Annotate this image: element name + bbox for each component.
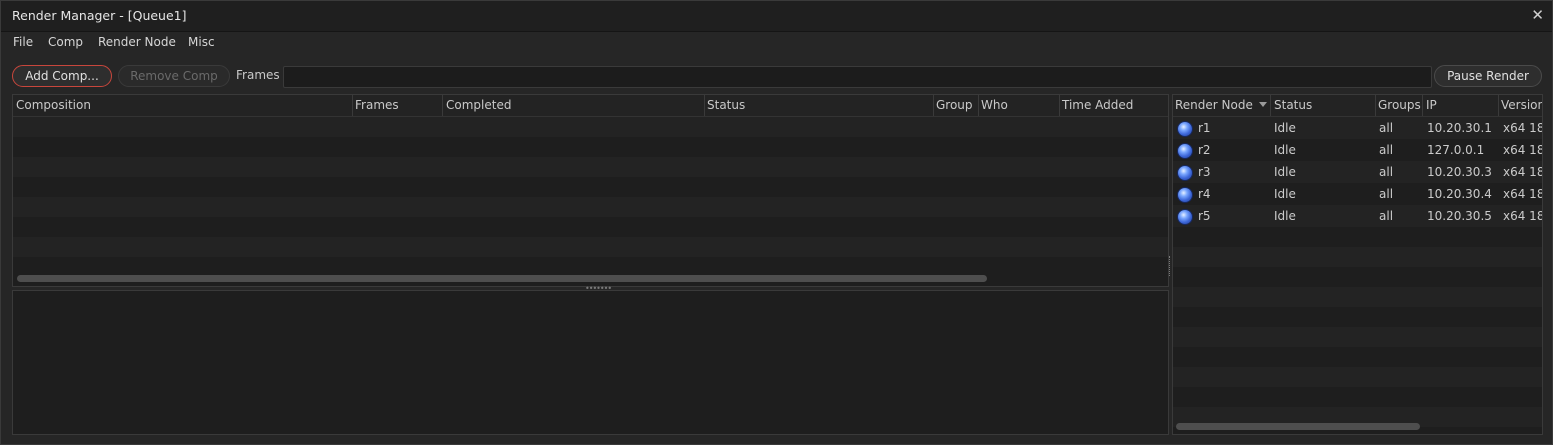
empty-row — [1173, 387, 1542, 407]
node-name: r1 — [1198, 121, 1211, 135]
remove-comp-button[interactable]: Remove Comp — [118, 65, 230, 87]
render-node-row[interactable]: r4 Idle all 10.20.30.4 x64 18 — [1173, 183, 1542, 205]
table-row — [13, 217, 1168, 237]
node-groups: all — [1379, 121, 1394, 135]
node-groups: all — [1379, 165, 1394, 179]
node-ip: 10.20.30.5 — [1427, 209, 1492, 223]
node-version: x64 18 — [1503, 187, 1543, 201]
node-version: x64 18 — [1503, 143, 1543, 157]
render-node-status-icon — [1177, 187, 1193, 203]
node-ip: 127.0.0.1 — [1427, 143, 1485, 157]
col-composition[interactable]: Composition — [16, 98, 91, 112]
node-ip: 10.20.30.3 — [1427, 165, 1492, 179]
render-node-status-icon — [1177, 209, 1193, 225]
frames-label: Frames — [236, 68, 280, 82]
node-version: x64 18 — [1503, 121, 1543, 135]
empty-row — [1173, 247, 1542, 267]
node-status: Idle — [1274, 143, 1296, 157]
col-node-status[interactable]: Status — [1274, 98, 1312, 112]
render-node-row[interactable]: r3 Idle all 10.20.30.3 x64 18 — [1173, 161, 1542, 183]
empty-row — [1173, 267, 1542, 287]
render-manager-window: Render Manager - [Queue1] ✕ File Comp Re… — [0, 0, 1553, 445]
node-status: Idle — [1274, 187, 1296, 201]
col-completed[interactable]: Completed — [446, 98, 511, 112]
table-row — [13, 177, 1168, 197]
col-group[interactable]: Group — [936, 98, 973, 112]
node-name: r4 — [1198, 187, 1211, 201]
render-node-table-header: Render Node Status Groups IP Version — [1173, 95, 1542, 117]
column-divider[interactable] — [704, 95, 705, 116]
node-groups: all — [1379, 209, 1394, 223]
log-panel — [12, 290, 1169, 435]
add-comp-button[interactable]: Add Comp... — [12, 65, 112, 87]
node-status: Idle — [1274, 165, 1296, 179]
col-frames[interactable]: Frames — [355, 98, 399, 112]
col-groups[interactable]: Groups — [1378, 98, 1421, 112]
render-node-row[interactable]: r5 Idle all 10.20.30.5 x64 18 — [1173, 205, 1542, 227]
render-node-status-icon — [1177, 143, 1193, 159]
col-render-node[interactable]: Render Node — [1175, 98, 1253, 112]
horizontal-scrollbar[interactable] — [1176, 423, 1420, 430]
node-ip: 10.20.30.1 — [1427, 121, 1492, 135]
col-version[interactable]: Version — [1501, 98, 1542, 112]
col-time-added[interactable]: Time Added — [1062, 98, 1133, 112]
empty-row — [1173, 347, 1542, 367]
menu-misc[interactable]: Misc — [188, 35, 215, 49]
table-row — [13, 157, 1168, 177]
composition-table[interactable]: Composition Frames Completed Status Grou… — [12, 94, 1169, 287]
column-divider[interactable] — [1498, 95, 1499, 116]
column-divider[interactable] — [352, 95, 353, 116]
node-version: x64 18 — [1503, 165, 1543, 179]
title-bar: Render Manager - [Queue1] ✕ — [1, 1, 1552, 32]
composition-table-header: Composition Frames Completed Status Grou… — [13, 95, 1168, 117]
menu-comp[interactable]: Comp — [48, 35, 83, 49]
empty-row — [1173, 287, 1542, 307]
node-status: Idle — [1274, 209, 1296, 223]
column-divider[interactable] — [978, 95, 979, 116]
table-row — [13, 197, 1168, 217]
column-divider[interactable] — [1059, 95, 1060, 116]
node-name: r5 — [1198, 209, 1211, 223]
render-node-status-icon — [1177, 121, 1193, 137]
menu-file[interactable]: File — [13, 35, 33, 49]
close-icon[interactable]: ✕ — [1531, 6, 1544, 24]
column-divider[interactable] — [442, 95, 443, 116]
menu-bar: File Comp Render Node Misc — [1, 32, 1552, 54]
table-row — [13, 137, 1168, 157]
col-who[interactable]: Who — [981, 98, 1008, 112]
menu-render-node[interactable]: Render Node — [98, 35, 176, 49]
node-name: r3 — [1198, 165, 1211, 179]
node-groups: all — [1379, 187, 1394, 201]
node-ip: 10.20.30.4 — [1427, 187, 1492, 201]
empty-row — [1173, 307, 1542, 327]
empty-row — [1173, 227, 1542, 247]
frames-input[interactable] — [283, 66, 1432, 88]
sort-descending-icon — [1259, 102, 1267, 107]
window-title: Render Manager - [Queue1] — [12, 8, 187, 23]
pause-render-button[interactable]: Pause Render — [1434, 65, 1542, 87]
column-divider[interactable] — [1375, 95, 1376, 116]
node-groups: all — [1379, 143, 1394, 157]
table-row — [13, 257, 1168, 277]
column-divider[interactable] — [933, 95, 934, 116]
node-version: x64 18 — [1503, 209, 1543, 223]
empty-row — [1173, 367, 1542, 387]
render-node-row[interactable]: r1 Idle all 10.20.30.1 x64 18 — [1173, 117, 1542, 139]
column-divider[interactable] — [1270, 95, 1271, 116]
table-row — [13, 117, 1168, 137]
col-ip[interactable]: IP — [1426, 98, 1437, 112]
node-name: r2 — [1198, 143, 1211, 157]
column-divider[interactable] — [1422, 95, 1423, 116]
render-node-status-icon — [1177, 165, 1193, 181]
table-row — [13, 237, 1168, 257]
render-node-table[interactable]: Render Node Status Groups IP Version r1 … — [1172, 94, 1543, 435]
horizontal-scrollbar[interactable] — [17, 275, 987, 282]
node-status: Idle — [1274, 121, 1296, 135]
col-status[interactable]: Status — [707, 98, 745, 112]
empty-row — [1173, 327, 1542, 347]
render-node-row[interactable]: r2 Idle all 127.0.0.1 x64 18 — [1173, 139, 1542, 161]
